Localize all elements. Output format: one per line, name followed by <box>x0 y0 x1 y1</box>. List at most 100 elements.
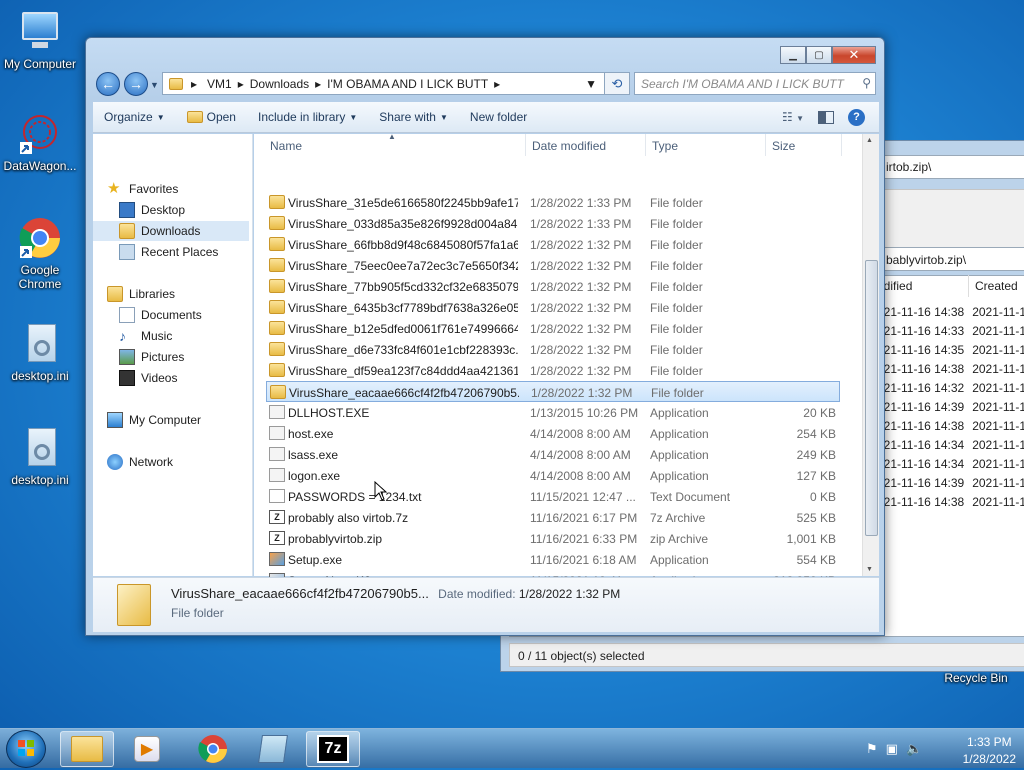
folder-row[interactable]: VirusShare_b12e5dfed0061f761e74996664...… <box>266 318 840 339</box>
column-header-date[interactable]: Date modified <box>526 134 646 156</box>
installer-icon <box>269 552 285 566</box>
folder-row[interactable]: VirusShare_6435b3cf7789bdf7638a326e05...… <box>266 297 840 318</box>
folder-row[interactable]: VirusShare_31e5de6166580f2245bb9afe17...… <box>266 192 840 213</box>
file-date: 1/28/2022 1:32 PM <box>530 238 632 252</box>
taskbar-explorer[interactable] <box>60 731 114 767</box>
nav-favorites[interactable]: ★ Favorites <box>107 179 265 199</box>
breadcrumb-vm1[interactable]: VM1 <box>201 77 238 91</box>
file-type: Text Document <box>650 490 731 504</box>
archive-row[interactable]: 021-11-16 14:38 2021-11-1 <box>877 419 1024 433</box>
column-header-name[interactable]: Name ▲ <box>264 132 526 156</box>
file-row[interactable]: logon.exe 4/14/2008 8:00 AM Application 127… <box>266 465 840 486</box>
address-bar[interactable]: ▸ VM1 ▸ Downloads ▸ I'M OBAMA AND I LICK… <box>162 72 628 95</box>
nav-network[interactable]: Network <box>107 452 265 472</box>
folder-row[interactable]: VirusShare_d6e733fc84f601e1cbf228393c...… <box>266 339 840 360</box>
column-header-created[interactable]: Created <box>975 275 1024 297</box>
archive-row[interactable]: 021-11-16 14:33 2021-11-1 <box>877 324 1024 338</box>
action-center-icon[interactable]: ⚑ <box>866 741 878 757</box>
file-row[interactable]: host.exe 4/14/2008 8:00 AM Application 254 … <box>266 423 840 444</box>
file-row[interactable]: Setup.exe 11/16/2021 6:18 AM Application 55… <box>266 549 840 570</box>
file-row[interactable]: DLLHOST.EXE 1/13/2015 10:26 PM Application… <box>266 402 840 423</box>
recent-pages-dropdown[interactable]: ▼ <box>150 80 159 90</box>
folder-row[interactable]: VirusShare_77bb905f5cd332cf32e6835079...… <box>266 276 840 297</box>
open-button[interactable]: Open <box>176 102 247 132</box>
desktop-icon-my-computer[interactable]: My Computer <box>0 10 80 71</box>
explorer-window[interactable]: ▁ ▢ ✕ ← → ▼ ▸ VM1 ▸ Downloads ▸ I'M OBAM… <box>85 37 885 636</box>
file-type: Application <box>650 553 709 567</box>
file-row[interactable]: PASSWORDS = 1234.txt 11/15/2021 12:47 ...… <box>266 486 840 507</box>
taskbar-media-player[interactable]: ▶ <box>120 731 174 767</box>
file-row[interactable]: Zprobably also virtob.7z 11/16/2021 6:17 … <box>266 507 840 528</box>
file-name: VirusShare_66fbb8d9f48c6845080f57fa1a6..… <box>288 238 518 252</box>
file-list[interactable]: Name ▲ Date modified Type Size VirusShare… <box>254 132 879 609</box>
recent-places-icon <box>119 244 135 260</box>
column-header-type[interactable]: Type <box>646 134 766 156</box>
folder-row[interactable]: VirusShare_75eec0ee7a72ec3c7e5650f342...… <box>266 255 840 276</box>
breadcrumb-downloads[interactable]: Downloads <box>244 77 315 91</box>
file-name: VirusShare_6435b3cf7789bdf7638a326e05... <box>288 301 518 315</box>
breadcrumb-separator-icon[interactable]: ▸ <box>494 77 500 91</box>
column-header-modified[interactable]: odified <box>877 275 969 297</box>
forward-button[interactable]: → <box>124 72 148 96</box>
share-with-button[interactable]: Share with ▼ <box>368 102 459 132</box>
folder-icon <box>269 195 285 209</box>
file-type: 7z Archive <box>650 511 706 525</box>
scroll-down-icon[interactable]: ▼ <box>866 566 873 573</box>
file-row[interactable]: Zprobablyvirtob.zip 11/16/2021 6:33 PM zip… <box>266 528 840 549</box>
nav-my-computer[interactable]: My Computer <box>107 410 265 430</box>
scroll-up-icon[interactable]: ▲ <box>866 137 873 144</box>
command-bar: Organize ▼ Open Include in library ▼ Share… <box>93 102 879 133</box>
organize-button[interactable]: Organize ▼ <box>93 102 176 132</box>
archive-row[interactable]: 021-11-16 14:38 2021-11-1 <box>877 362 1024 376</box>
clock[interactable]: 1:33 PM 1/28/2022 <box>963 733 1016 766</box>
archive-row-created: 2021-11-1 <box>972 305 1024 319</box>
view-options-icon[interactable]: ☷ ▼ <box>782 110 804 124</box>
folder-row[interactable]: VirusShare_033d85a35e826f9928d004a843...… <box>266 213 840 234</box>
desktop-icon-desktop-ini-2[interactable]: desktop.ini <box>0 426 80 487</box>
search-icon[interactable]: ⚲ <box>862 76 871 90</box>
nav-downloads[interactable]: Downloads <box>93 221 249 241</box>
archive-row[interactable]: 021-11-16 14:38 2021-11-1 <box>877 495 1024 509</box>
file-type: File folder <box>651 386 704 400</box>
preview-pane-icon[interactable] <box>818 110 834 124</box>
desktop-icon-desktop-ini-1[interactable]: desktop.ini <box>0 322 80 383</box>
archive-row[interactable]: 021-11-16 14:32 2021-11-1 <box>877 381 1024 395</box>
refresh-button[interactable]: ⟲ <box>604 72 630 95</box>
maximize-button[interactable]: ▢ <box>806 46 832 64</box>
minimize-button[interactable]: ▁ <box>780 46 806 64</box>
desktop-icon-datawagon[interactable]: DataWagon... <box>0 112 80 173</box>
archive-row[interactable]: 021-11-16 14:34 2021-11-1 <box>877 438 1024 452</box>
folder-row[interactable]: VirusShare_66fbb8d9f48c6845080f57fa1a6..… <box>266 234 840 255</box>
vertical-scrollbar[interactable]: ▲ ▼ <box>862 134 879 576</box>
desktop-icon-chrome[interactable]: Google Chrome <box>0 216 80 291</box>
taskbar-chrome[interactable] <box>186 731 240 767</box>
desktop-icon <box>119 202 135 218</box>
folder-row[interactable]: VirusShare_eacaae666cf4f2fb47206790b5...… <box>266 381 840 402</box>
search-input[interactable]: Search I'M OBAMA AND I LICK BUTT ⚲ <box>634 72 876 95</box>
taskbar-notepad[interactable] <box>246 731 300 767</box>
archive-row[interactable]: 021-11-16 14:34 2021-11-1 <box>877 457 1024 471</box>
folder-row[interactable]: VirusShare_df59ea123f7c84ddd4aa421361...… <box>266 360 840 381</box>
archive-row[interactable]: 021-11-16 14:39 2021-11-1 <box>877 400 1024 414</box>
file-type: File folder <box>650 196 703 210</box>
back-button[interactable]: ← <box>96 72 120 96</box>
help-icon[interactable]: ? <box>848 108 865 126</box>
file-row[interactable]: lsass.exe 4/14/2008 8:00 AM Application 249… <box>266 444 840 465</box>
archive-row[interactable]: 021-11-16 14:39 2021-11-1 <box>877 476 1024 490</box>
taskbar-7zip[interactable]: 7z <box>306 731 360 767</box>
file-type: File folder <box>650 301 703 315</box>
volume-icon[interactable]: 🔈 <box>906 741 922 757</box>
archive-row[interactable]: 021-11-16 14:38 2021-11-1 <box>877 305 1024 319</box>
file-date: 4/14/2008 8:00 AM <box>530 427 631 441</box>
archive-row[interactable]: 021-11-16 14:35 2021-11-1 <box>877 343 1024 357</box>
nav-libraries[interactable]: Libraries <box>107 284 265 304</box>
include-in-library-button[interactable]: Include in library ▼ <box>247 102 368 132</box>
breadcrumb-current-folder[interactable]: I'M OBAMA AND I LICK BUTT <box>321 77 494 91</box>
new-folder-button[interactable]: New folder <box>459 102 538 132</box>
column-header-size[interactable]: Size <box>766 134 842 156</box>
file-name: probably also virtob.7z <box>288 511 409 525</box>
start-button[interactable] <box>6 730 46 768</box>
close-button[interactable]: ✕ <box>832 46 876 64</box>
scrollbar-thumb[interactable] <box>865 260 878 536</box>
network-tray-icon[interactable]: ▣ <box>886 741 898 757</box>
